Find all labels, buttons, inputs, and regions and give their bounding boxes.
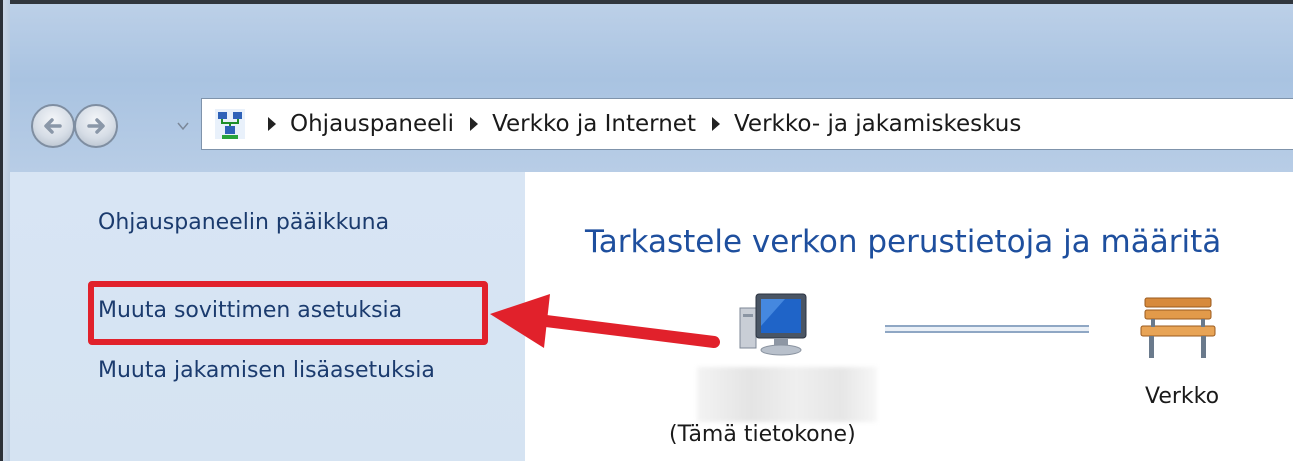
page-title: Tarkastele verkon perustietoja ja määrit… bbox=[585, 224, 1222, 260]
back-arrow-icon bbox=[44, 118, 62, 134]
address-bar[interactable]: Ohjauspaneeli Verkko ja Internet Verkko-… bbox=[201, 98, 1293, 150]
back-button[interactable] bbox=[31, 104, 75, 148]
left-nav-pane: Ohjauspaneelin pääikkuna Muuta sovittime… bbox=[10, 172, 525, 461]
breadcrumb-label: Verkko- ja jakamiskeskus bbox=[733, 111, 1022, 137]
chevron-right-icon bbox=[268, 117, 276, 131]
annotation-arrow-icon bbox=[490, 294, 720, 348]
link-change-adapter-settings[interactable]: Muuta sovittimen asetuksia bbox=[98, 298, 402, 323]
breadcrumb-network-internet[interactable]: Verkko ja Internet bbox=[492, 111, 734, 137]
breadcrumb-label: Ohjauspaneeli bbox=[290, 111, 455, 137]
link-advanced-sharing-settings[interactable]: Muuta jakamisen lisäasetuksia bbox=[98, 358, 435, 383]
network-center-icon bbox=[215, 109, 245, 139]
breadcrumb-label: Verkko ja Internet bbox=[492, 111, 696, 137]
computer-name-redacted bbox=[697, 367, 877, 422]
computer-icon[interactable] bbox=[730, 288, 820, 368]
computer-label: (Tämä tietokone) bbox=[669, 422, 856, 447]
network-label[interactable]: Verkko bbox=[1145, 384, 1219, 409]
explorer-window: Ohjauspaneeli Verkko ja Internet Verkko-… bbox=[0, 0, 1293, 461]
bench-icon[interactable] bbox=[1137, 290, 1219, 362]
connection-line bbox=[885, 325, 1089, 333]
breadcrumb-network-sharing-center[interactable]: Verkko- ja jakamiskeskus bbox=[734, 111, 1021, 137]
breadcrumb-sep-root[interactable] bbox=[262, 117, 290, 131]
forward-arrow-icon bbox=[87, 118, 105, 134]
chevron-right-icon bbox=[711, 117, 720, 131]
forward-button[interactable] bbox=[74, 104, 118, 148]
chevron-right-icon bbox=[470, 117, 479, 131]
link-control-panel-home[interactable]: Ohjauspaneelin pääikkuna bbox=[98, 210, 389, 235]
window-frame-left bbox=[0, 0, 10, 461]
recent-pages-dropdown[interactable] bbox=[176, 119, 190, 133]
breadcrumb-control-panel[interactable]: Ohjauspaneeli bbox=[290, 111, 492, 137]
